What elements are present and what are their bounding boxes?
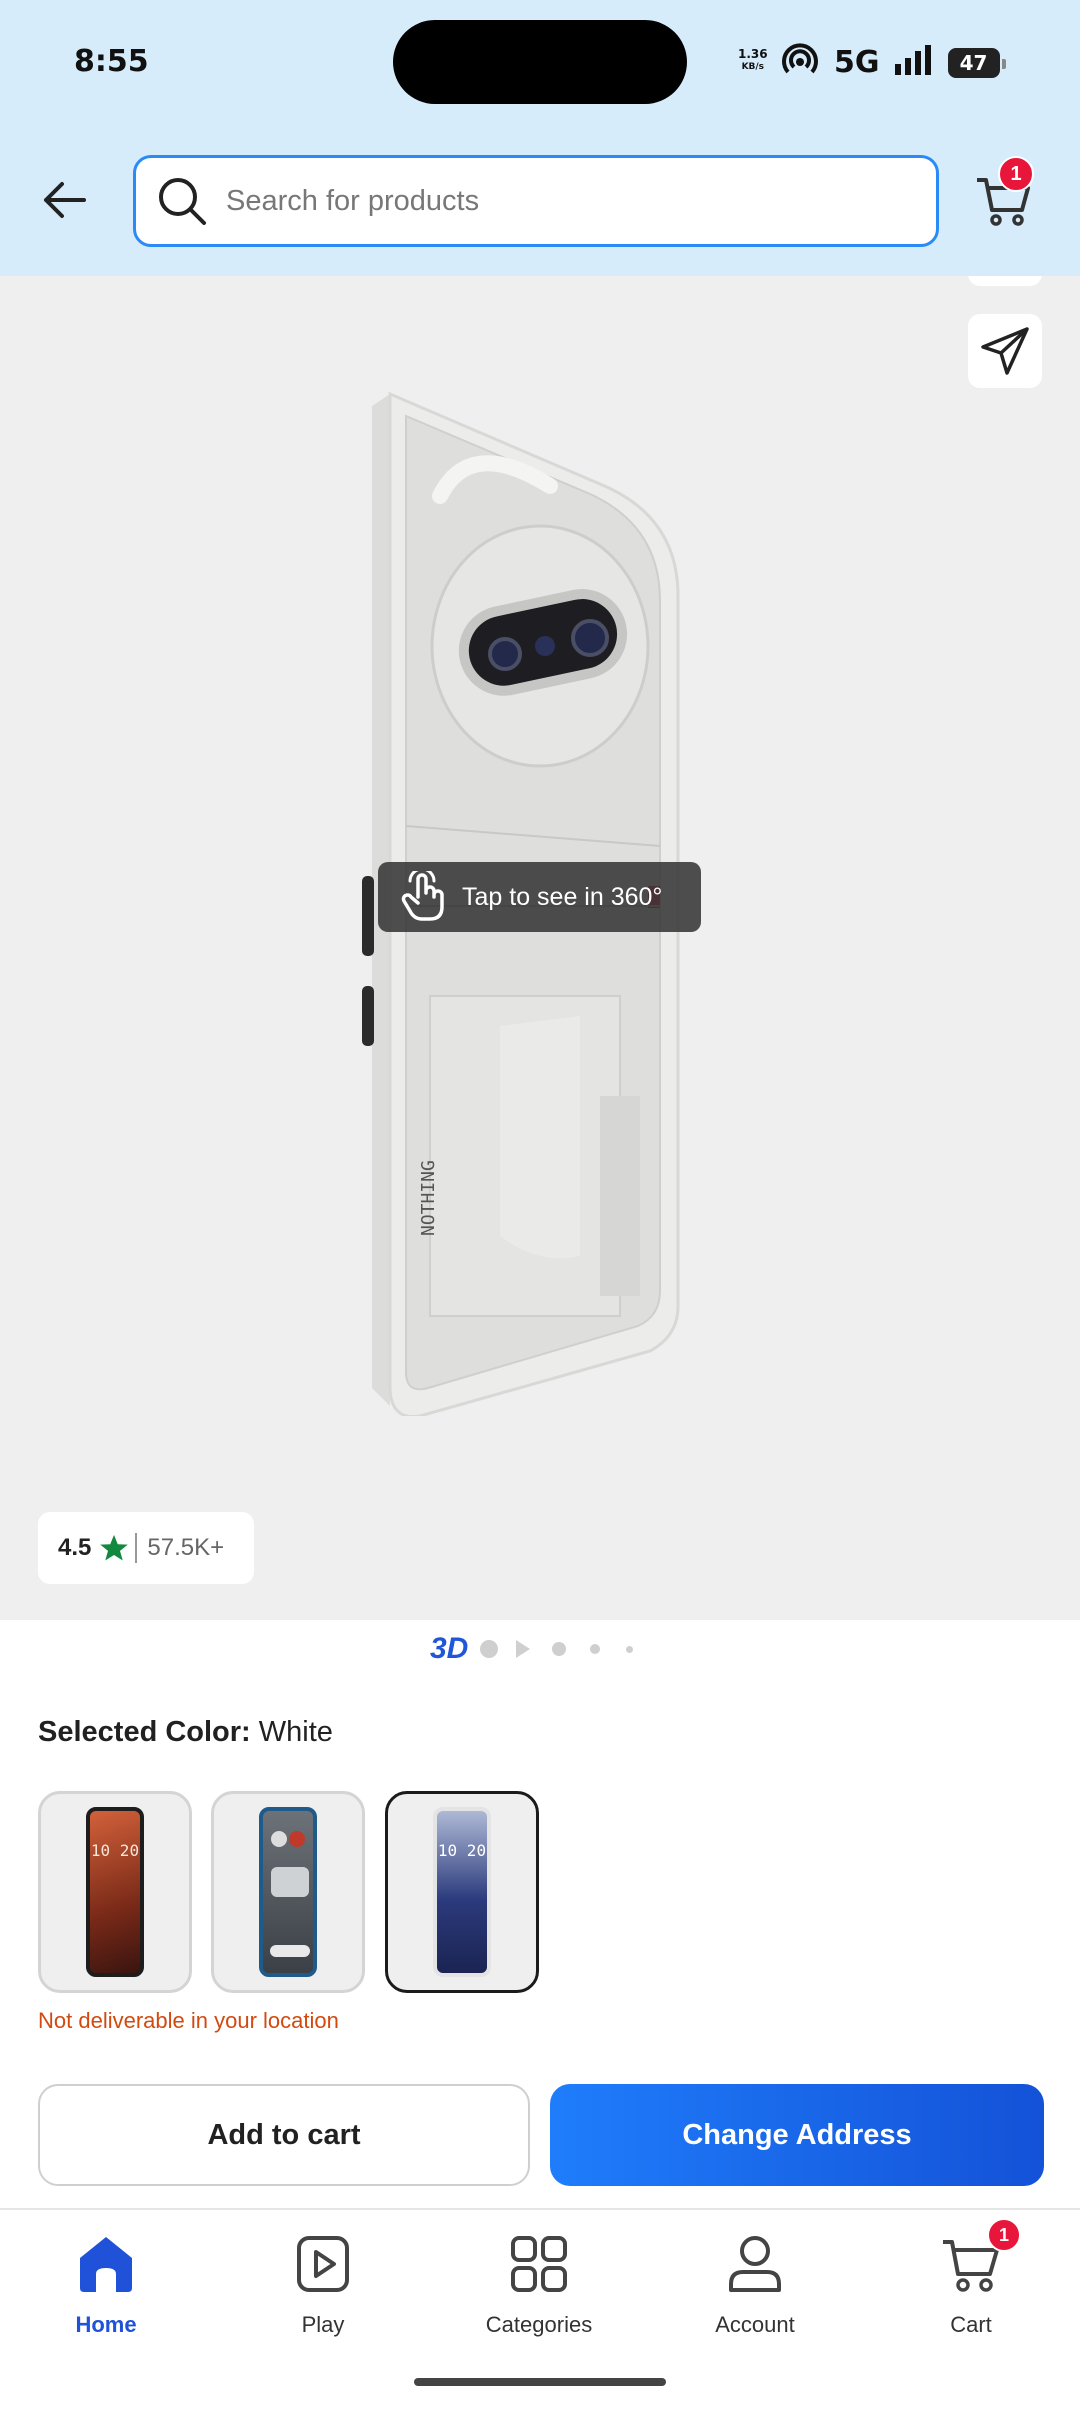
selected-color-label: Selected Color: — [38, 1716, 251, 1748]
rating-count: 57.5K+ — [147, 1534, 225, 1561]
carousel-dot[interactable] — [552, 1642, 567, 1656]
dock-bar — [270, 1945, 310, 1957]
nav-item-cart[interactable]: 1 Cart — [881, 2218, 1061, 2338]
nav-label-cart: Cart — [950, 2312, 992, 2337]
share-button[interactable] — [968, 314, 1042, 388]
status-icons: 5G 47 — [780, 42, 1006, 83]
nav-label-play: Play — [301, 2312, 345, 2337]
camera-cutout — [393, 20, 687, 104]
network-type: 5G — [834, 45, 880, 80]
account-icon — [723, 2232, 787, 2296]
tap-360-label: Tap to see in 360° — [462, 882, 663, 911]
widget-dot — [289, 1831, 305, 1847]
product-gallery[interactable]: NOTHING Tap to see in 360° 4.5 57.5K+ — [0, 276, 1080, 1620]
nav-cart-badge: 1 — [987, 2218, 1021, 2252]
nav-item-play[interactable]: Play — [233, 2232, 413, 2338]
categories-icon — [507, 2232, 571, 2296]
swatch-phone-image: 10 20 — [433, 1807, 491, 1977]
back-button[interactable] — [36, 174, 92, 226]
cart-icon: 1 — [939, 2218, 1021, 2296]
nav-item-categories[interactable]: Categories — [449, 2232, 629, 2338]
widget-block — [271, 1867, 309, 1897]
battery-level: 47 — [959, 50, 988, 75]
nav-label-categories: Categories — [485, 2312, 593, 2337]
status-time: 8:55 — [74, 44, 149, 79]
carousel-dot[interactable] — [480, 1640, 499, 1658]
widget-dot — [271, 1831, 287, 1847]
battery-icon: 47 — [947, 47, 1006, 78]
swatch-screen-time: 10 20 — [437, 1841, 487, 1860]
swatch-phone-image — [259, 1807, 317, 1977]
selected-color-value: White — [258, 1716, 333, 1748]
nav-item-account[interactable]: Account — [665, 2232, 845, 2338]
carousel-dot[interactable] — [626, 1645, 634, 1653]
carousel-indicator[interactable]: 3D — [430, 1630, 634, 1668]
network-speed-unit: KB/s — [741, 62, 765, 72]
back-arrow-icon — [44, 182, 86, 218]
home-icon — [74, 2232, 138, 2296]
video-play-indicator-icon[interactable] — [516, 1640, 531, 1658]
phone-brand-text: NOTHING — [418, 1160, 439, 1236]
color-swatch-grey[interactable] — [211, 1791, 365, 1993]
header: Search for products 1 — [0, 124, 1080, 276]
network-speed: 1.36 KB/s — [738, 48, 768, 74]
wishlist-button[interactable] — [968, 276, 1042, 286]
status-bar: 8:55 1.36 KB/s 5G 47 — [0, 0, 1080, 124]
rating-divider — [135, 1533, 138, 1563]
share-icon — [981, 327, 1029, 375]
cart-count-badge: 1 — [998, 156, 1034, 192]
header-cart-button[interactable]: 1 — [974, 156, 1036, 232]
rating-chip[interactable]: 4.5 57.5K+ — [38, 1512, 254, 1584]
carousel-dot[interactable] — [590, 1644, 601, 1654]
tap-360-hint[interactable]: Tap to see in 360° — [378, 862, 701, 932]
tap-hand-icon — [396, 869, 452, 925]
hotspot-icon — [780, 42, 820, 83]
delivery-warning: Not deliverable in your location — [38, 2008, 339, 2033]
home-indicator[interactable] — [414, 2378, 666, 2386]
search-icon — [156, 173, 212, 229]
indicator-3d[interactable]: 3D — [430, 1632, 468, 1666]
swatch-phone-image: 10 20 — [86, 1807, 144, 1977]
search-input[interactable]: Search for products — [133, 155, 939, 247]
signal-icon — [894, 44, 934, 81]
star-icon — [99, 1533, 129, 1563]
nav-label-home: Home — [75, 2312, 137, 2337]
nav-label-account: Account — [715, 2312, 795, 2337]
play-icon — [291, 2232, 355, 2296]
search-placeholder: Search for products — [226, 184, 480, 217]
color-swatch-orange[interactable]: 10 20 — [38, 1791, 192, 1993]
change-address-button[interactable]: Change Address — [550, 2084, 1044, 2186]
color-swatch-white[interactable]: 10 20 — [385, 1791, 539, 1993]
add-to-cart-button[interactable]: Add to cart — [38, 2084, 530, 2186]
selected-color: Selected Color: White — [38, 1716, 333, 1749]
swatch-screen-time: 10 20 — [90, 1841, 140, 1860]
nav-item-home[interactable]: Home — [16, 2232, 196, 2338]
rating-value: 4.5 — [58, 1534, 92, 1561]
network-speed-value: 1.36 — [738, 47, 768, 61]
